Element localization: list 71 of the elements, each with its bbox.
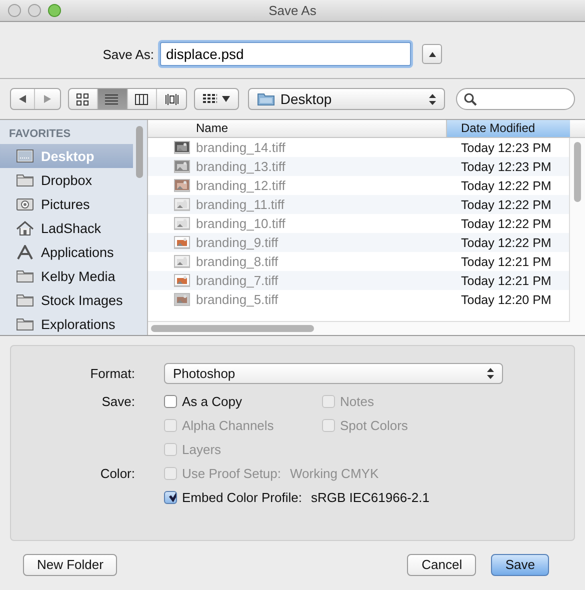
stepper-icon xyxy=(429,94,436,104)
location-popup[interactable]: Desktop xyxy=(248,88,446,110)
save-as-label: Save As: xyxy=(102,46,155,62)
checkbox-label: Notes xyxy=(340,394,374,408)
window-title: Save As xyxy=(268,3,316,18)
checkbox-label: Layers xyxy=(182,442,222,456)
house-icon xyxy=(16,220,34,236)
zoom-button[interactable] xyxy=(48,4,61,17)
option-label: Color: xyxy=(99,466,135,480)
checkbox-label: As a Copy xyxy=(182,394,242,408)
sidebar-item[interactable]: Applications xyxy=(0,240,133,264)
search-icon xyxy=(464,92,478,106)
forward-arrow-icon xyxy=(43,94,52,104)
date-cell: Today 12:23 PM xyxy=(461,160,552,174)
date-cell: Today 12:21 PM xyxy=(461,274,552,288)
sidebar-heading: FAVORITES xyxy=(8,128,72,142)
checkbox-label: Spot Colors xyxy=(340,418,408,432)
scrollbar-thumb[interactable] xyxy=(574,142,581,202)
option-label: Save: xyxy=(100,394,135,408)
sidebar-item[interactable]: Stock Images xyxy=(0,288,133,312)
column-view-icon xyxy=(134,92,149,106)
applications-icon xyxy=(16,244,34,260)
sidebar-item[interactable]: Dropbox xyxy=(0,168,133,192)
folder-icon xyxy=(257,92,276,106)
cover-flow-icon xyxy=(164,92,179,106)
column-header[interactable]: Date Modified xyxy=(447,120,570,137)
camera-icon xyxy=(16,197,34,211)
sidebar-item[interactable]: LadShack xyxy=(0,216,133,240)
format-popup[interactable]: Photoshop xyxy=(164,362,503,384)
date-cell: Today 12:22 PM xyxy=(461,178,552,192)
folder-icon xyxy=(16,269,34,283)
arrange-button[interactable] xyxy=(194,88,240,110)
caret-icon xyxy=(222,96,230,102)
sidebar-item[interactable]: Kelby Media xyxy=(0,264,133,288)
date-cell: Today 12:22 PM xyxy=(461,236,552,250)
sidebar-item[interactable]: Explorations xyxy=(0,312,133,336)
checkbox-label: Alpha Channels xyxy=(182,418,274,432)
left-button[interactable]: New Folder xyxy=(23,554,118,576)
date-cell: Today 12:22 PM xyxy=(461,198,552,212)
checkbox[interactable] xyxy=(164,394,177,408)
date-cell: Today 12:20 PM xyxy=(461,292,552,306)
search-field[interactable] xyxy=(456,88,575,110)
folder-icon xyxy=(16,317,34,331)
expand-button[interactable] xyxy=(422,44,442,64)
minimize-button[interactable] xyxy=(28,4,41,17)
back-arrow-icon xyxy=(18,94,28,104)
folder-icon xyxy=(16,173,34,187)
desktop-icon xyxy=(16,149,34,163)
scrollbar-thumb[interactable] xyxy=(151,325,314,332)
view-button[interactable] xyxy=(98,89,128,109)
option-value: Working CMYK xyxy=(290,466,379,480)
option-value: sRGB IEC61966-2.1 xyxy=(310,490,430,504)
format-label: Format: xyxy=(89,366,135,380)
close-button[interactable] xyxy=(8,4,21,17)
date-cell: Today 12:21 PM xyxy=(461,254,552,268)
caret-icon xyxy=(428,50,436,58)
file-name-field[interactable]: displace.psd xyxy=(160,42,411,66)
grid-icon xyxy=(203,94,218,104)
checkbox-label: Embed Color Profile: xyxy=(182,490,302,504)
date-cell: Today 12:23 PM xyxy=(461,140,552,154)
icon-view-icon xyxy=(76,92,90,106)
checkbox-label: Use Proof Setup: xyxy=(182,466,281,480)
list-view-icon xyxy=(105,92,120,106)
right-button[interactable]: Save xyxy=(491,554,549,576)
folder-icon xyxy=(16,293,34,307)
stepper-icon xyxy=(487,368,494,378)
scrollbar-thumb[interactable] xyxy=(136,126,143,178)
sidebar-item[interactable]: Pictures xyxy=(0,192,133,216)
right-button[interactable]: Cancel xyxy=(407,554,476,576)
checkbox[interactable] xyxy=(164,490,177,504)
date-cell: Today 12:22 PM xyxy=(461,216,552,230)
